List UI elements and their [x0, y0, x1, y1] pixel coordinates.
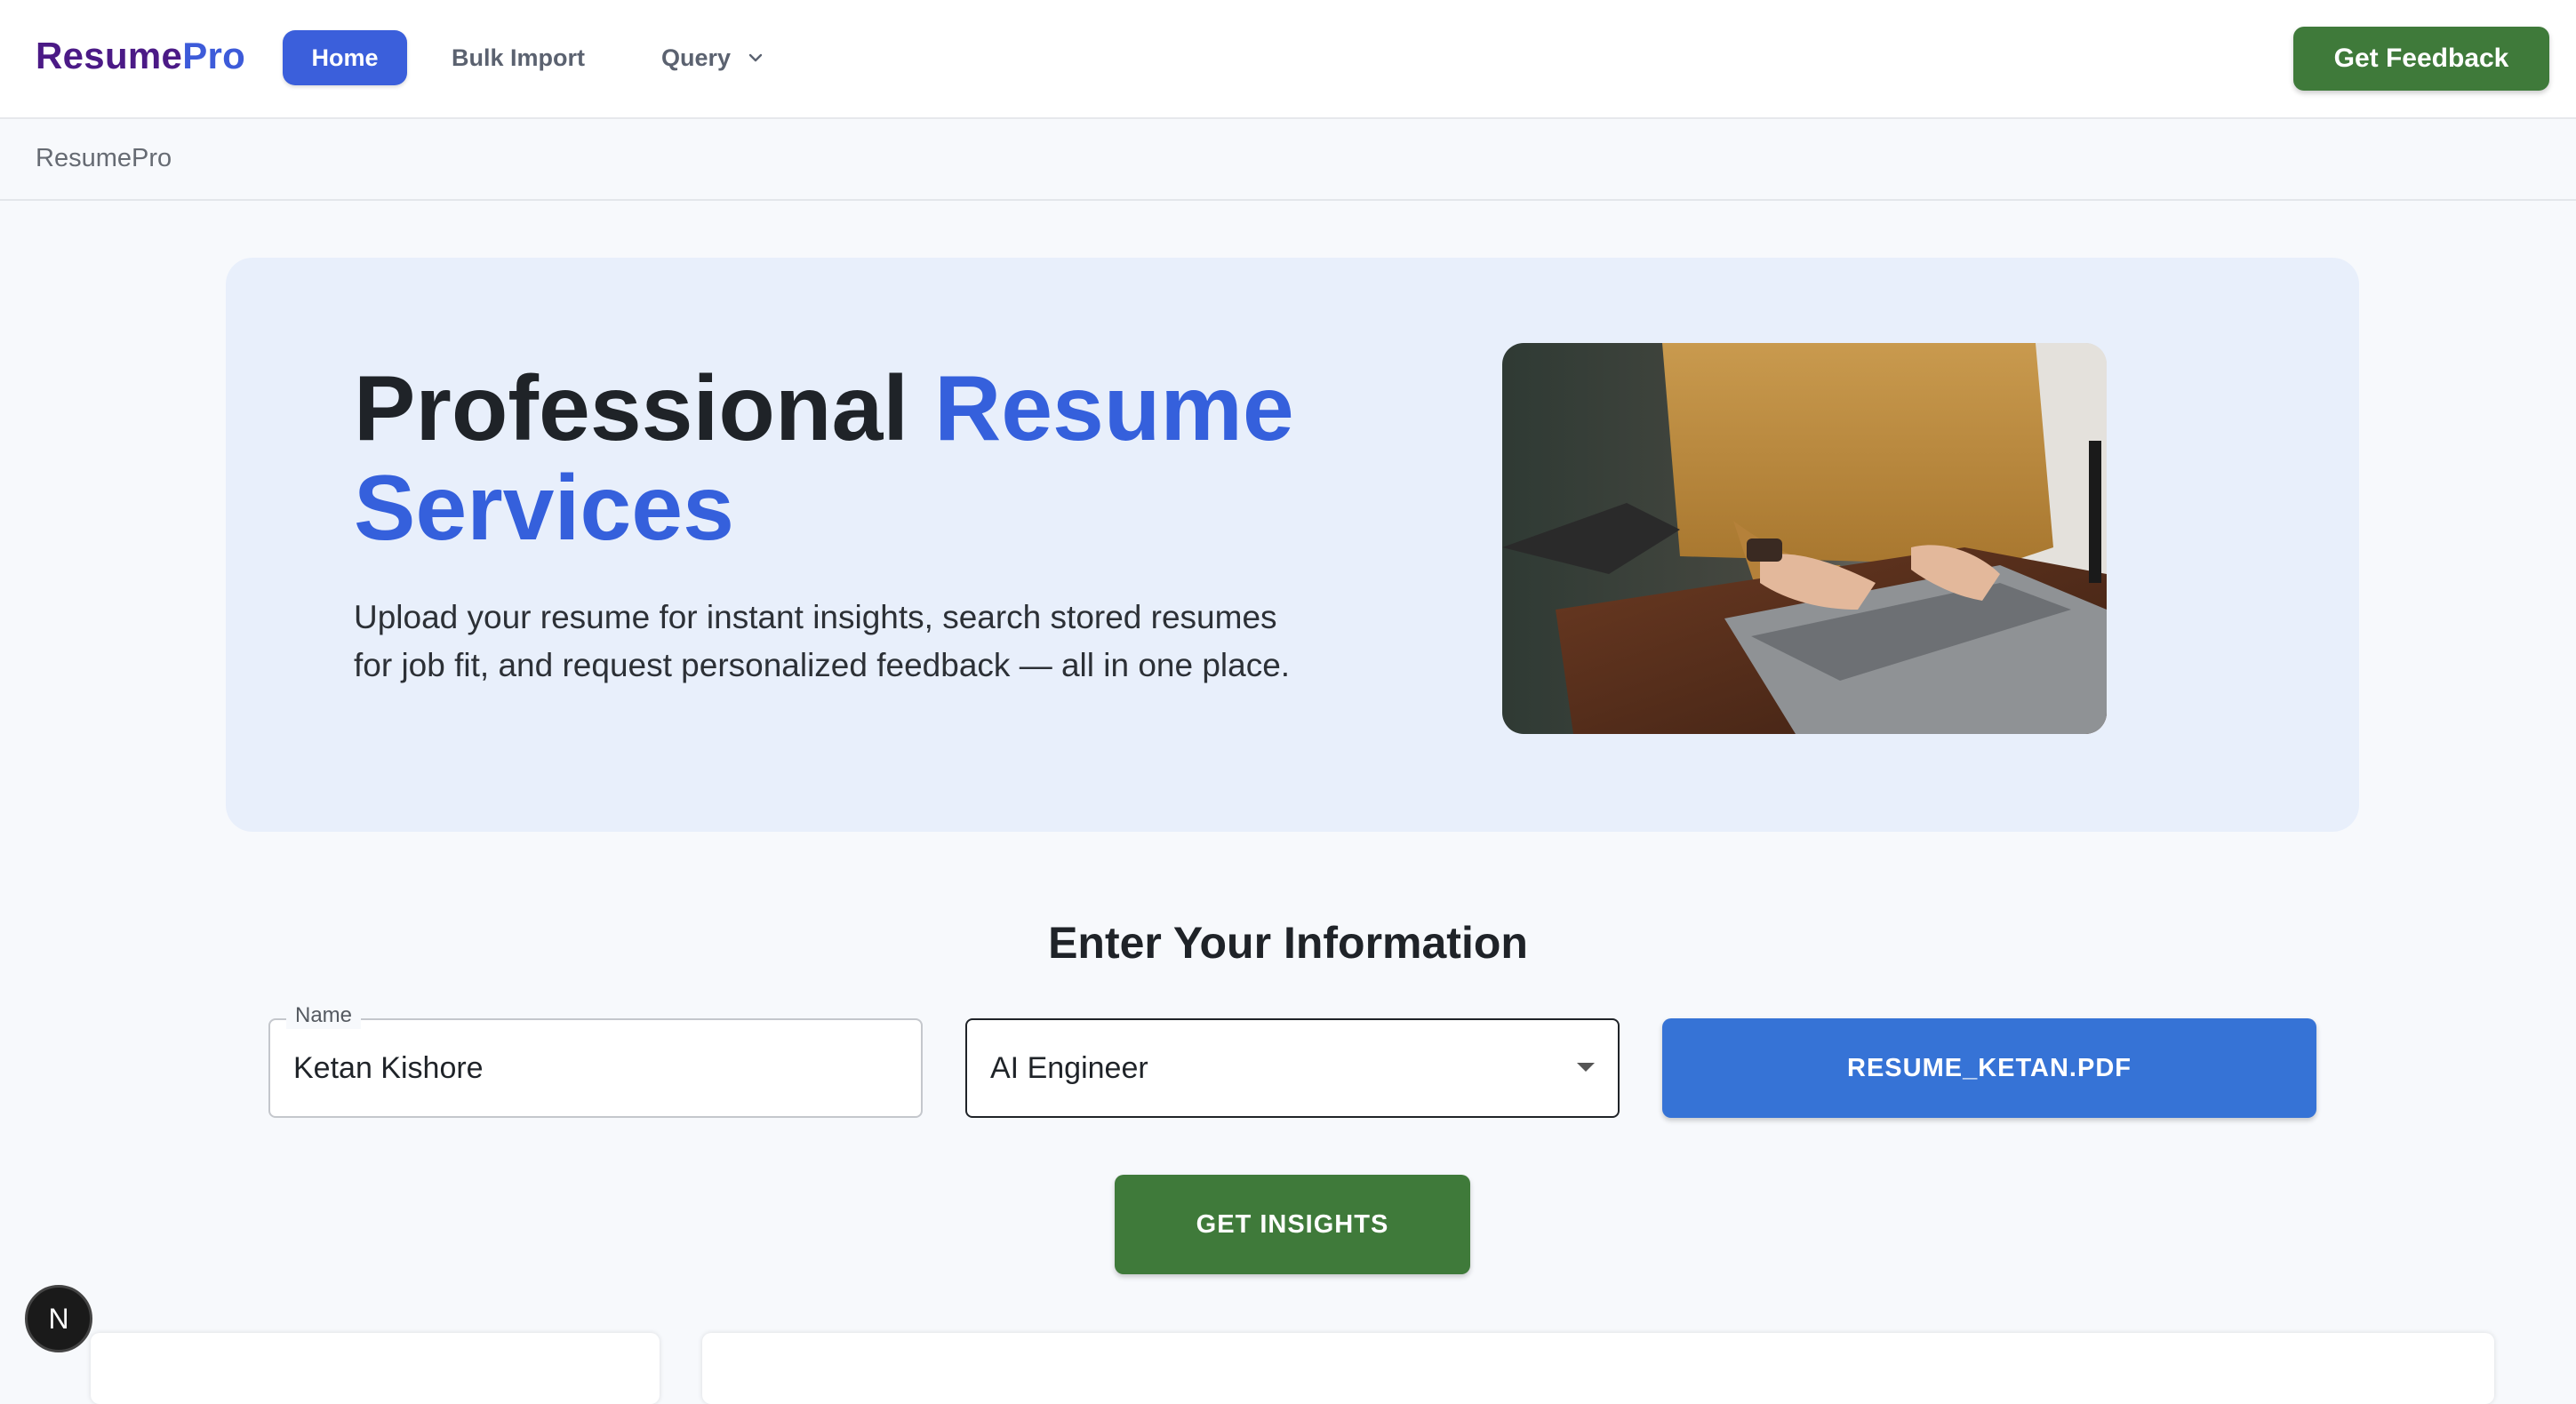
hero-subtitle-line1: Upload your resume for instant insights,…	[354, 599, 1277, 635]
nav-query-dropdown[interactable]: Query	[661, 30, 764, 85]
brand-logo[interactable]: ResumePro	[36, 30, 245, 82]
get-feedback-button[interactable]: Get Feedback	[2293, 27, 2549, 91]
results-card-right	[702, 1333, 2494, 1404]
hero-laptop-image	[1502, 343, 2107, 734]
role-select[interactable]: AI Engineer	[965, 1018, 1620, 1118]
hero-title-accent-2: Services	[354, 457, 734, 560]
nav-query-label: Query	[661, 44, 732, 71]
nav-home-button[interactable]: Home	[283, 30, 407, 85]
chevron-down-icon	[748, 53, 763, 62]
hero-title: Professional Resume Services	[354, 359, 1420, 558]
nav-bulk-import-link[interactable]: Bulk Import	[452, 30, 585, 85]
get-insights-button[interactable]: GET INSIGHTS	[1115, 1175, 1470, 1274]
hero-subtitle-line2: for job fit, and request personalized fe…	[354, 647, 1291, 683]
brand-logo-part2: Pro	[182, 35, 246, 76]
brand-logo-part1: Resume	[36, 35, 183, 76]
role-select-value: AI Engineer	[990, 1050, 1148, 1085]
nextjs-dev-indicator-icon[interactable]: N	[25, 1285, 92, 1352]
results-card-left	[91, 1333, 660, 1404]
resume-upload-button[interactable]: RESUME_KETAN.PDF	[1662, 1018, 2316, 1118]
hero-banner: Professional Resume Services Upload your…	[226, 258, 2359, 832]
hero-title-plain: Professional	[354, 357, 935, 460]
caret-down-icon	[1577, 1063, 1595, 1072]
breadcrumb[interactable]: ResumePro	[36, 140, 172, 176]
laptop-photo-illustration	[1502, 343, 2107, 734]
hero-subtitle: Upload your resume for instant insights,…	[354, 594, 1332, 690]
top-navbar: ResumePro Home Bulk Import Query Get Fee…	[0, 0, 2576, 119]
breadcrumb-bar: ResumePro	[0, 119, 2576, 201]
name-field[interactable]: Name Ketan Kishore	[268, 1002, 923, 1118]
name-field-value[interactable]: Ketan Kishore	[293, 1020, 484, 1116]
hero-title-accent-1: Resume	[934, 357, 1294, 460]
form-section-title: Enter Your Information	[1048, 918, 1528, 968]
